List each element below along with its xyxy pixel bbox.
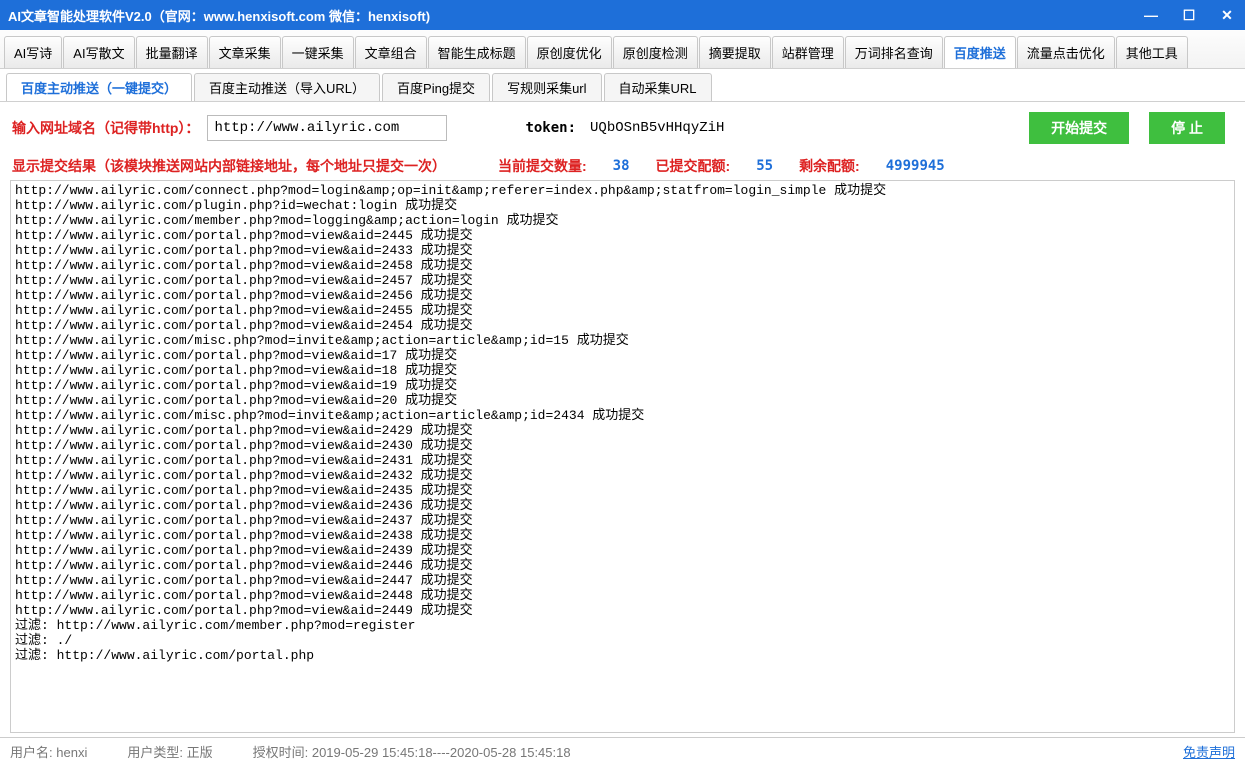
log-line: http://www.ailyric.com/portal.php?mod=vi… — [15, 393, 1230, 408]
main-tab-9[interactable]: 摘要提取 — [699, 36, 771, 68]
main-tab-6[interactable]: 智能生成标题 — [428, 36, 526, 68]
log-line: http://www.ailyric.com/portal.php?mod=vi… — [15, 453, 1230, 468]
log-line: http://www.ailyric.com/portal.php?mod=vi… — [15, 228, 1230, 243]
remain-quota-value: 4999945 — [886, 158, 945, 174]
main-tab-3[interactable]: 文章采集 — [209, 36, 281, 68]
current-count-label: 当前提交数量: — [498, 156, 587, 176]
log-line: http://www.ailyric.com/portal.php?mod=vi… — [15, 558, 1230, 573]
main-tab-10[interactable]: 站群管理 — [772, 36, 844, 68]
main-tab-5[interactable]: 文章组合 — [355, 36, 427, 68]
result-header: 显示提交结果（该模块推送网站内部链接地址，每个地址只提交一次） 当前提交数量: … — [0, 154, 1245, 178]
log-line: http://www.ailyric.com/portal.php?mod=vi… — [15, 438, 1230, 453]
sub-tab-3[interactable]: 写规则采集url — [492, 73, 601, 101]
log-line: http://www.ailyric.com/portal.php?mod=vi… — [15, 483, 1230, 498]
main-tab-11[interactable]: 万词排名查询 — [845, 36, 943, 68]
log-line: http://www.ailyric.com/portal.php?mod=vi… — [15, 423, 1230, 438]
status-auth-time: 授权时间: 2019-05-29 15:45:18----2020-05-28 … — [253, 742, 571, 761]
status-user-type: 用户类型: 正版 — [127, 742, 212, 761]
sub-tab-bar: 百度主动推送（一键提交）百度主动推送（导入URL）百度Ping提交写规则采集ur… — [0, 69, 1245, 102]
main-tab-7[interactable]: 原创度优化 — [527, 36, 612, 68]
log-line: 过滤: http://www.ailyric.com/member.php?mo… — [15, 618, 1230, 633]
legal-notice-link[interactable]: 免责声明 — [1183, 742, 1235, 761]
main-tab-0[interactable]: AI写诗 — [4, 36, 62, 68]
submitted-quota-label: 已提交配额: — [656, 156, 731, 176]
window-controls: — ☐ ✕ — [1141, 7, 1237, 24]
close-icon[interactable]: ✕ — [1217, 7, 1237, 24]
sub-tab-2[interactable]: 百度Ping提交 — [382, 73, 490, 101]
log-line: http://www.ailyric.com/portal.php?mod=vi… — [15, 588, 1230, 603]
log-line: http://www.ailyric.com/portal.php?mod=vi… — [15, 258, 1230, 273]
log-line: http://www.ailyric.com/portal.php?mod=vi… — [15, 348, 1230, 363]
main-tab-4[interactable]: 一键采集 — [282, 36, 354, 68]
maximize-icon[interactable]: ☐ — [1179, 7, 1199, 24]
log-output[interactable]: http://www.ailyric.com/connect.php?mod=l… — [10, 180, 1235, 733]
log-line: http://www.ailyric.com/portal.php?mod=vi… — [15, 513, 1230, 528]
token-value[interactable] — [584, 116, 774, 140]
log-line: http://www.ailyric.com/portal.php?mod=vi… — [15, 573, 1230, 588]
log-line: http://www.ailyric.com/portal.php?mod=vi… — [15, 303, 1230, 318]
log-line: http://www.ailyric.com/portal.php?mod=vi… — [15, 603, 1230, 618]
start-submit-button[interactable]: 开始提交 — [1029, 112, 1129, 144]
log-line: http://www.ailyric.com/plugin.php?id=wec… — [15, 198, 1230, 213]
domain-input[interactable] — [207, 115, 447, 141]
stop-button[interactable]: 停 止 — [1149, 112, 1225, 144]
log-line: http://www.ailyric.com/portal.php?mod=vi… — [15, 528, 1230, 543]
log-line: http://www.ailyric.com/portal.php?mod=vi… — [15, 468, 1230, 483]
result-title: 显示提交结果（该模块推送网站内部链接地址，每个地址只提交一次） — [12, 156, 446, 176]
main-tab-bar: AI写诗AI写散文批量翻译文章采集一键采集文章组合智能生成标题原创度优化原创度检… — [0, 30, 1245, 69]
log-line: http://www.ailyric.com/member.php?mod=lo… — [15, 213, 1230, 228]
log-line: 过滤: ./ — [15, 633, 1230, 648]
log-line: http://www.ailyric.com/misc.php?mod=invi… — [15, 333, 1230, 348]
domain-label: 输入网址域名（记得带http）： — [12, 118, 199, 138]
log-line: 过滤: http://www.ailyric.com/portal.php — [15, 648, 1230, 663]
main-tab-12[interactable]: 百度推送 — [944, 36, 1016, 68]
status-bar: 用户名: henxi 用户类型: 正版 授权时间: 2019-05-29 15:… — [0, 737, 1245, 765]
main-tab-8[interactable]: 原创度检测 — [613, 36, 698, 68]
sub-tab-1[interactable]: 百度主动推送（导入URL） — [194, 73, 380, 101]
status-user: 用户名: henxi — [10, 742, 87, 761]
log-line: http://www.ailyric.com/portal.php?mod=vi… — [15, 288, 1230, 303]
log-line: http://www.ailyric.com/portal.php?mod=vi… — [15, 363, 1230, 378]
title-bar: AI文章智能处理软件V2.0（官网：www.henxisoft.com 微信：h… — [0, 0, 1245, 30]
main-tab-14[interactable]: 其他工具 — [1116, 36, 1188, 68]
log-line: http://www.ailyric.com/connect.php?mod=l… — [15, 183, 1230, 198]
log-line: http://www.ailyric.com/portal.php?mod=vi… — [15, 543, 1230, 558]
log-line: http://www.ailyric.com/portal.php?mod=vi… — [15, 273, 1230, 288]
token-label: token: — [525, 120, 576, 136]
submitted-quota-value: 55 — [756, 158, 773, 174]
log-line: http://www.ailyric.com/portal.php?mod=vi… — [15, 498, 1230, 513]
log-line: http://www.ailyric.com/portal.php?mod=vi… — [15, 243, 1230, 258]
sub-tab-0[interactable]: 百度主动推送（一键提交） — [6, 73, 192, 101]
main-tab-1[interactable]: AI写散文 — [63, 36, 134, 68]
input-row: 输入网址域名（记得带http）： token: 开始提交 停 止 — [0, 102, 1245, 154]
window-title: AI文章智能处理软件V2.0（官网：www.henxisoft.com 微信：h… — [8, 6, 1141, 25]
log-line: http://www.ailyric.com/portal.php?mod=vi… — [15, 378, 1230, 393]
current-count-value: 38 — [613, 158, 630, 174]
main-tab-13[interactable]: 流量点击优化 — [1017, 36, 1115, 68]
remain-quota-label: 剩余配额: — [799, 156, 860, 176]
log-line: http://www.ailyric.com/misc.php?mod=invi… — [15, 408, 1230, 423]
sub-tab-4[interactable]: 自动采集URL — [604, 73, 712, 101]
minimize-icon[interactable]: — — [1141, 7, 1161, 23]
log-line: http://www.ailyric.com/portal.php?mod=vi… — [15, 318, 1230, 333]
main-tab-2[interactable]: 批量翻译 — [136, 36, 208, 68]
